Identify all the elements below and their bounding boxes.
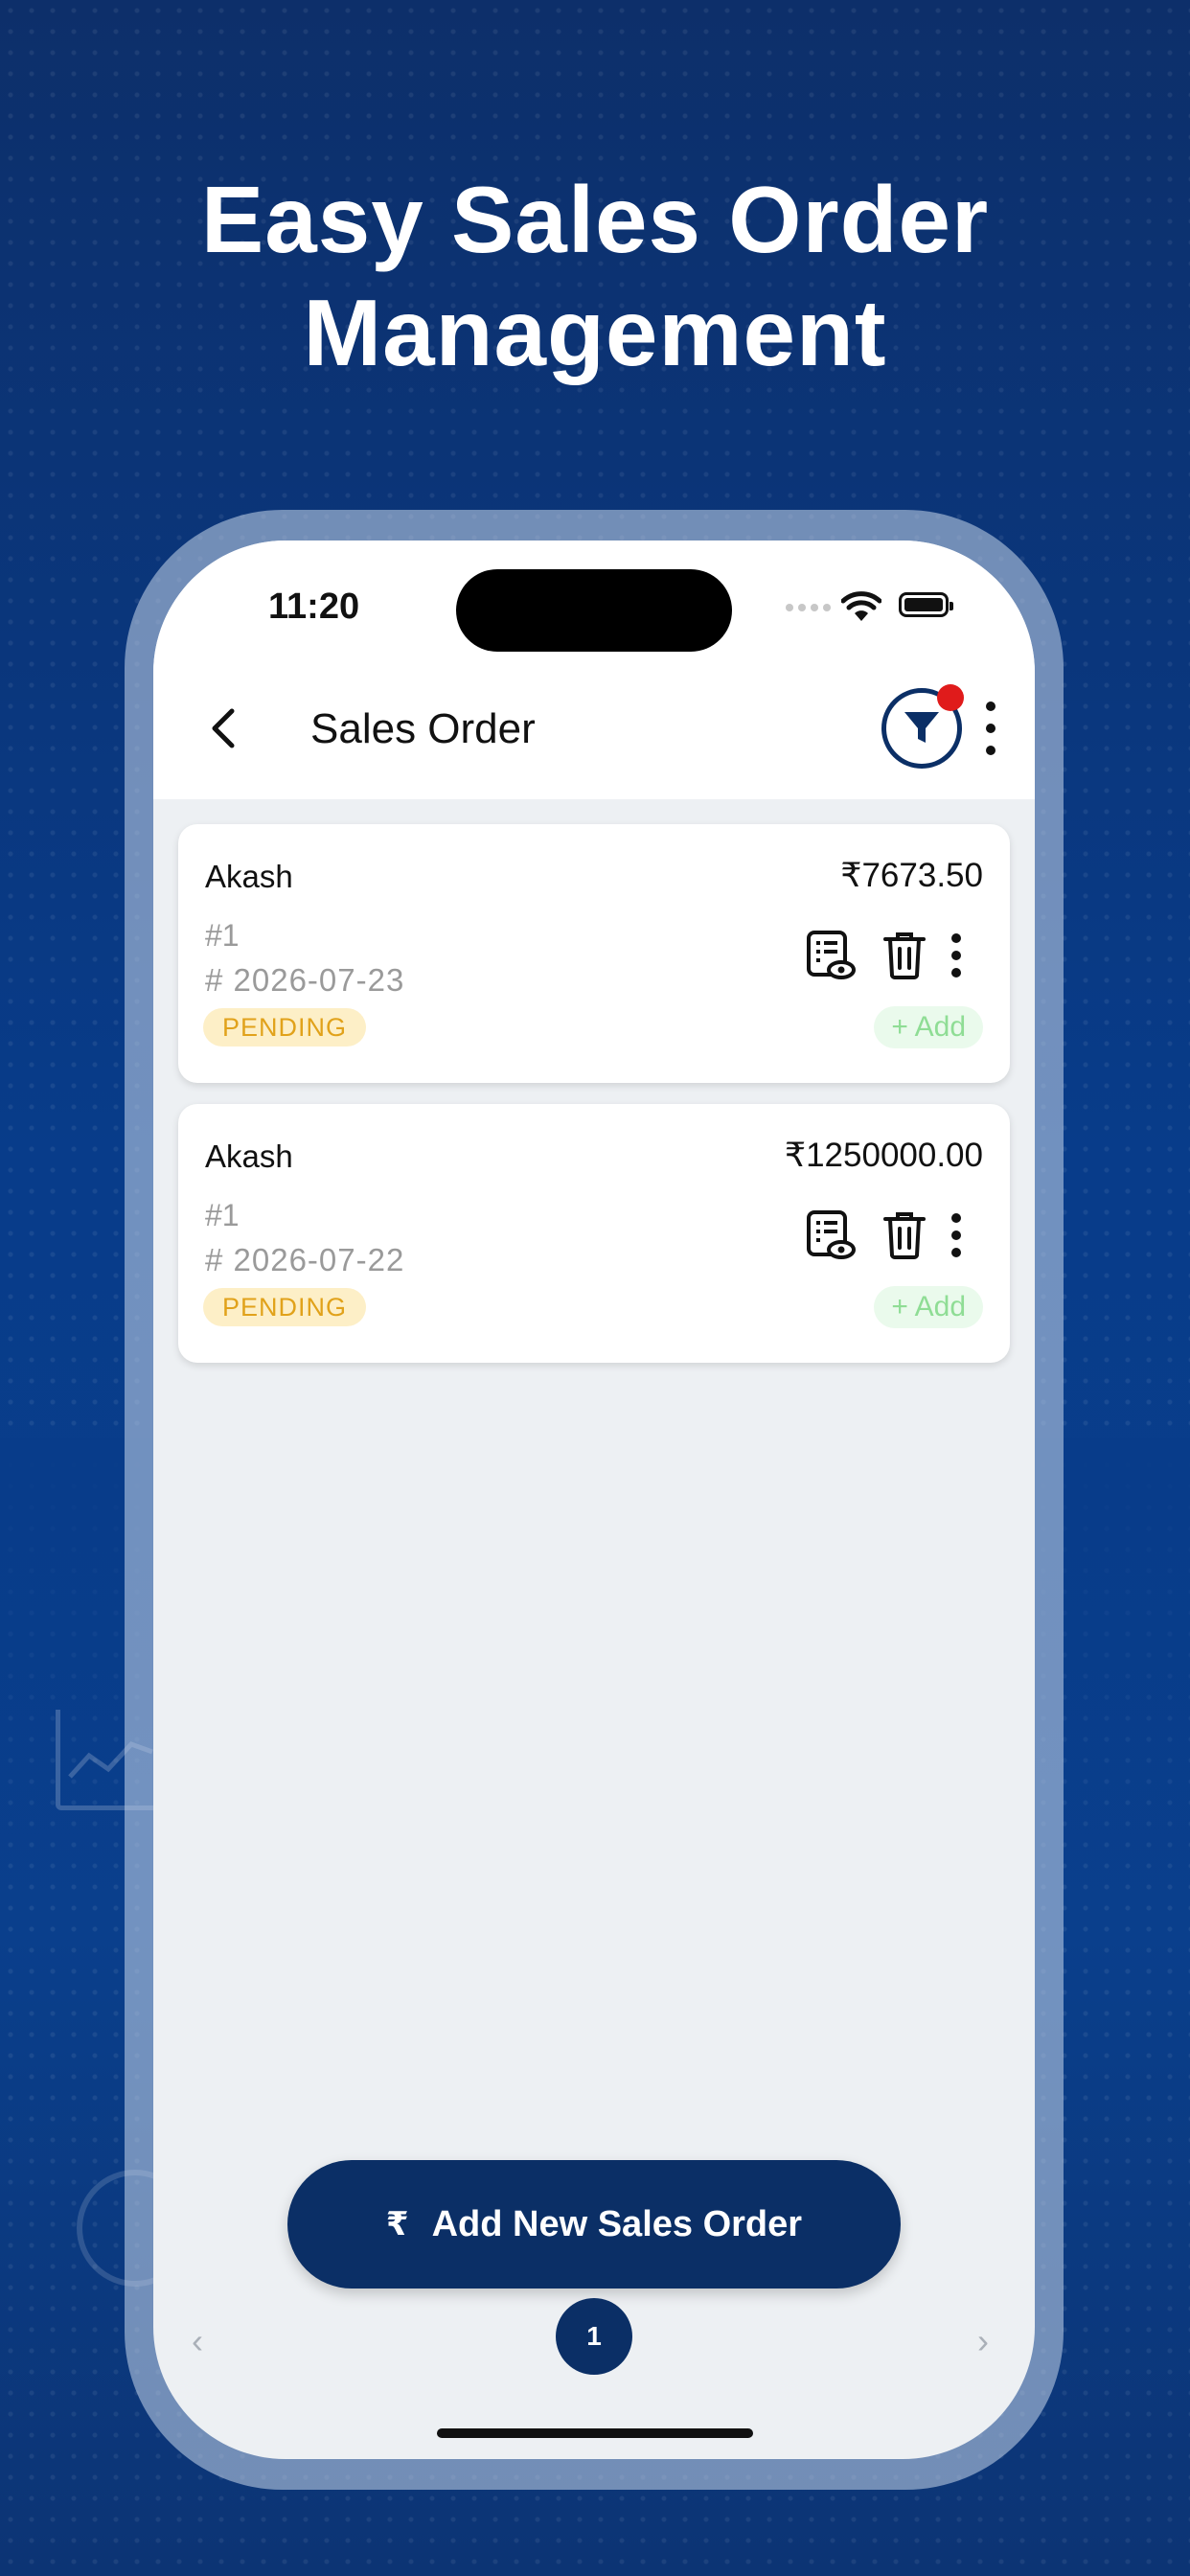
headline-line-1: Easy Sales Order (200, 167, 990, 272)
page-title: Sales Order (310, 705, 536, 752)
view-details-icon[interactable] (805, 1209, 857, 1261)
add-new-sales-order-label: Add New Sales Order (431, 2203, 803, 2244)
status-badge: PENDING (203, 1288, 367, 1326)
card-more-icon[interactable] (949, 933, 964, 978)
pagination-prev-button[interactable]: ‹ (192, 2321, 203, 2361)
filter-icon (904, 712, 939, 743)
pagination-page-1[interactable]: 1 (556, 2298, 632, 2375)
customer-name: Akash (205, 1138, 293, 1174)
pagination-next-button[interactable]: › (977, 2321, 989, 2361)
order-amount: ₹1250000.00 (784, 1137, 983, 1174)
navigation-bar: Sales Order (153, 671, 1035, 799)
wifi-icon (841, 591, 881, 621)
order-amount: ₹7673.50 (840, 857, 983, 894)
status-bar: 11:20 (153, 540, 1035, 671)
customer-name: Akash (205, 859, 293, 894)
add-new-sales-order-button[interactable]: ₹ Add New Sales Order (287, 2160, 901, 2288)
status-time: 11:20 (268, 586, 360, 627)
order-date: # 2026-07-23 (205, 962, 405, 998)
trash-icon[interactable] (881, 930, 927, 981)
add-button[interactable]: + Add (874, 1006, 983, 1048)
more-vertical-icon[interactable] (981, 702, 1000, 755)
card-more-icon[interactable] (949, 1213, 964, 1257)
status-badge: PENDING (203, 1008, 367, 1046)
chevron-left-icon[interactable] (195, 700, 253, 757)
order-number: #1 (205, 918, 240, 953)
order-card[interactable]: Akash ₹1250000.00 #1 # 2026-07-22 PENDIN… (178, 1104, 1010, 1363)
promo-headline: Easy Sales Order Management (0, 163, 1190, 389)
order-number: #1 (205, 1198, 240, 1232)
add-button[interactable]: + Add (874, 1286, 983, 1328)
battery-icon (899, 592, 953, 617)
view-details-icon[interactable] (805, 930, 857, 981)
order-date: # 2026-07-22 (205, 1242, 405, 1277)
filter-badge (937, 684, 964, 711)
rupee-icon: ₹ (385, 2206, 409, 2242)
trash-icon[interactable] (881, 1209, 927, 1261)
signal-icon (786, 604, 831, 611)
phone-screen: 11:20 Sales Order Akash ₹7673.50 #1 # 20… (153, 540, 1035, 2459)
headline-line-2: Management (303, 280, 887, 385)
home-indicator (437, 2428, 753, 2438)
dynamic-island (456, 569, 732, 652)
order-card[interactable]: Akash ₹7673.50 #1 # 2026-07-23 PENDING +… (178, 824, 1010, 1083)
